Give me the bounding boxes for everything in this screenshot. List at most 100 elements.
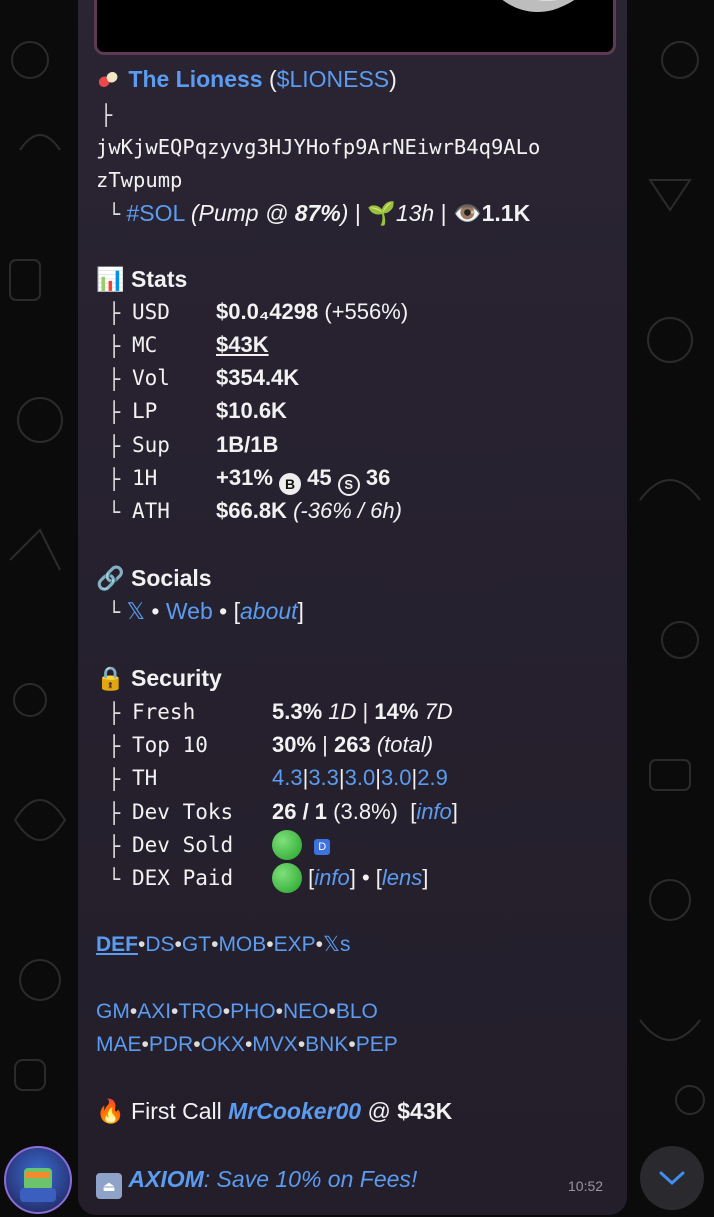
sell-count: 36: [365, 465, 391, 490]
def-link[interactable]: DEF: [96, 933, 138, 956]
promo-text[interactable]: : Save 10% on Fees!: [204, 1166, 418, 1192]
top-holder-link[interactable]: 4.3: [272, 765, 303, 790]
neo-link[interactable]: NEO: [283, 1000, 329, 1023]
contract-address-line1[interactable]: jwKjwEQPqzyvg3HJYHofp9ArNEiwrB4q9ALo: [96, 132, 540, 162]
dot-separator: •: [315, 933, 324, 956]
stats-row-lp: ├ LP $10.6K: [96, 396, 287, 427]
chain-tag-link[interactable]: #SOL: [126, 200, 184, 226]
sell-icon: S: [337, 474, 360, 496]
x-link[interactable]: 𝕏: [126, 598, 145, 624]
buy-icon: B: [279, 473, 302, 495]
mob-link[interactable]: MOB: [218, 933, 266, 956]
seedling-icon: 🌱: [367, 200, 396, 226]
sender-avatar[interactable]: [4, 1146, 72, 1214]
first-caller-link[interactable]: MrCooker00: [228, 1098, 361, 1124]
quick-links-row-2: GM•AXI•TRO•PHO•NEO•BLO: [96, 997, 378, 1027]
ath-value: $66.8K (-36% / 6h): [216, 496, 402, 526]
fresh-values: 5.3% 1D | 14% 7D: [272, 699, 453, 724]
green-circle-icon: [272, 830, 302, 860]
avatar-image: [20, 1168, 56, 1202]
socials-links: └ 𝕏 • Web • [about]: [96, 596, 304, 627]
first-call-at: @: [367, 1098, 391, 1124]
tree-branch: ├: [96, 367, 121, 391]
bracket: ]: [297, 598, 304, 624]
mae-link[interactable]: MAE: [96, 1033, 142, 1056]
top-holder-link[interactable]: 3.0: [345, 765, 376, 790]
market-cap-link[interactable]: $43K: [216, 330, 269, 360]
separator: |: [440, 200, 447, 226]
scroll-down-button[interactable]: [640, 1146, 704, 1210]
stats-row-usd: ├ USD $0.0₄4298 (+556%): [96, 297, 408, 328]
dex-lens-link[interactable]: lens: [382, 865, 422, 890]
security-label: Dev Toks: [132, 800, 234, 824]
usd-price: $0.0₄4298: [216, 299, 319, 324]
tree-branch: ├: [96, 701, 121, 725]
dev-info-link[interactable]: info: [416, 799, 451, 824]
stats-row-vol: ├ Vol $354.4K: [96, 363, 299, 394]
tro-link[interactable]: TRO: [178, 1000, 222, 1023]
chevron-down-icon: [659, 1171, 685, 1186]
tree-end: └: [96, 600, 121, 624]
token-age: 13h: [395, 200, 435, 226]
stat-label: LP: [132, 399, 158, 423]
supply-value: 1B/1B: [216, 432, 279, 457]
dot-separator: •: [151, 598, 160, 624]
top-holders-values: 4.3|3.3|3.0|3.0|2.9: [272, 765, 448, 790]
token-name-link[interactable]: The Lioness: [128, 66, 262, 92]
dev-badge-icon[interactable]: D: [314, 839, 331, 855]
hour-change: +31% B 45 S 36: [216, 463, 390, 496]
dot-separator: •: [174, 933, 182, 956]
dot-separator: •: [193, 1033, 201, 1056]
tree-branch: ├: [96, 834, 121, 858]
security-label: Top 10: [132, 733, 208, 757]
stats-row-ath: └ ATH $66.8K (-36% / 6h): [96, 496, 402, 527]
axiom-link[interactable]: AXIOM: [128, 1166, 203, 1192]
web-link[interactable]: Web: [166, 598, 213, 624]
dex-info-link[interactable]: info: [314, 865, 349, 890]
token-ticker-link[interactable]: $LIONESS: [277, 66, 390, 92]
holder-total-label: (total): [376, 732, 434, 757]
view-count: 1.1K: [481, 200, 531, 226]
blo-link[interactable]: BLO: [336, 1000, 378, 1023]
tree-branch: ├: [96, 434, 121, 458]
dot-separator: •: [141, 1033, 149, 1056]
token-image[interactable]: [94, 0, 616, 55]
contract-address-line2[interactable]: zTwpump: [96, 165, 182, 195]
dot-separator: •: [275, 1000, 283, 1023]
hour-change-value: +31%: [216, 465, 273, 490]
first-call-mc: $43K: [397, 1098, 453, 1124]
link-icon: 🔗: [96, 565, 125, 591]
okx-link[interactable]: OKX: [201, 1033, 245, 1056]
tree-end: └: [96, 500, 121, 524]
axi-link[interactable]: AXI: [137, 1000, 171, 1023]
pep-link[interactable]: PEP: [356, 1033, 398, 1056]
gm-link[interactable]: GM: [96, 1000, 130, 1023]
gt-link[interactable]: GT: [182, 933, 211, 956]
tree-branch: ├: [96, 467, 121, 491]
top-holder-link[interactable]: 3.0: [381, 765, 412, 790]
stats-title: Stats: [131, 266, 188, 292]
dot-separator: •: [219, 598, 228, 624]
top-holder-link[interactable]: 3.3: [308, 765, 339, 790]
pdr-link[interactable]: PDR: [149, 1033, 193, 1056]
socials-header: 🔗 Socials: [96, 563, 212, 593]
exp-link[interactable]: EXP: [274, 933, 316, 956]
pho-link[interactable]: PHO: [230, 1000, 276, 1023]
dot-separator: •: [328, 1000, 336, 1023]
top10-percent: 30%: [272, 732, 317, 757]
lion-image: [502, 0, 575, 12]
security-header: 🔒 Security: [96, 663, 222, 693]
stats-row-mc: ├ MC $43K: [96, 330, 269, 361]
security-title: Security: [131, 665, 222, 691]
pill-icon: [96, 66, 122, 87]
top-holder-link[interactable]: 2.9: [417, 765, 448, 790]
about-link[interactable]: about: [240, 598, 298, 624]
buy-count: 45: [307, 465, 332, 490]
mvx-link[interactable]: MVX: [252, 1033, 298, 1056]
bnk-link[interactable]: BNK: [305, 1033, 348, 1056]
stats-row-1h: ├ 1H +31% B 45 S 36: [96, 463, 390, 496]
x-search-link[interactable]: 𝕏s: [323, 933, 350, 956]
stat-label: Vol: [132, 366, 170, 390]
ds-link[interactable]: DS: [145, 933, 174, 956]
stat-label: Sup: [132, 433, 170, 457]
